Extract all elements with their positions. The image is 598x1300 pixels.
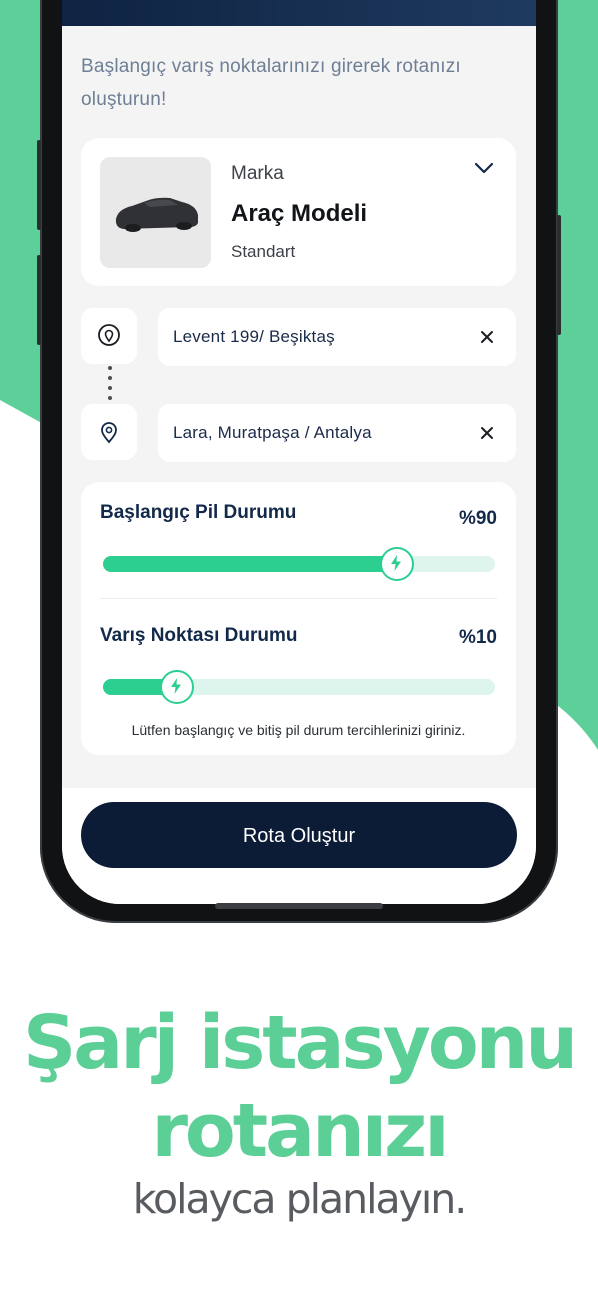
lightning-icon [171, 678, 181, 694]
arrival-battery-value: %10 [458, 627, 497, 648]
map-pin-outline-icon [98, 324, 120, 346]
route-connector-dots [108, 366, 112, 400]
car-image [100, 157, 211, 268]
phone-power-button [557, 215, 561, 335]
destination-pin-box [81, 404, 137, 460]
header-bar [62, 0, 536, 26]
vehicle-trim: Standart [231, 242, 296, 261]
vehicle-selector[interactable]: Marka Araç Modeli Standart [81, 138, 516, 286]
destination-input[interactable]: Lara, Muratpaşa / Antalya [158, 404, 516, 462]
battery-hint: Lütfen başlangıç ve bitiş pil durum terc… [131, 722, 466, 738]
chevron-down-icon[interactable] [474, 162, 494, 174]
slider-thumb[interactable] [160, 670, 194, 704]
start-battery-slider[interactable] [103, 547, 495, 581]
headline-line-1: Şarj istasyonu [22, 1000, 578, 1086]
headline-line-2: rotanızı [151, 1088, 449, 1174]
create-route-button[interactable]: Rota Oluştur [81, 802, 517, 868]
phone-volume-button [37, 255, 41, 345]
origin-value: Levent 199/ Beşiktaş [173, 327, 335, 346]
intro-text: Başlangıç varış noktalarınızı girerek ro… [81, 56, 461, 110]
origin-input[interactable]: Levent 199/ Beşiktaş [158, 308, 516, 366]
brand-label: Marka [231, 163, 284, 184]
origin-pin-box [81, 308, 137, 364]
phone-volume-button [37, 140, 41, 230]
home-indicator [215, 903, 383, 909]
close-icon[interactable] [478, 328, 496, 346]
slider-fill [103, 556, 397, 572]
close-icon[interactable] [478, 424, 496, 442]
app-screen: Başlangıç varış noktalarınızı girerek ro… [62, 0, 536, 904]
destination-value: Lara, Muratpaşa / Antalya [173, 423, 372, 442]
start-battery-label: Başlangıç Pil Durumu [100, 502, 297, 523]
vehicle-model: Araç Modeli [231, 200, 368, 227]
battery-card: Başlangıç Pil Durumu %90 Varış Noktası D… [81, 482, 516, 755]
headline-line-3: kolayca planlayın. [132, 1175, 468, 1223]
divider [100, 598, 497, 599]
lightning-icon [391, 555, 401, 571]
slider-thumb[interactable] [380, 547, 414, 581]
arrival-battery-slider[interactable] [103, 670, 495, 704]
start-battery-value: %90 [458, 508, 497, 529]
arrival-battery-label: Varış Noktası Durumu [100, 625, 298, 646]
location-pin-icon [101, 422, 117, 444]
